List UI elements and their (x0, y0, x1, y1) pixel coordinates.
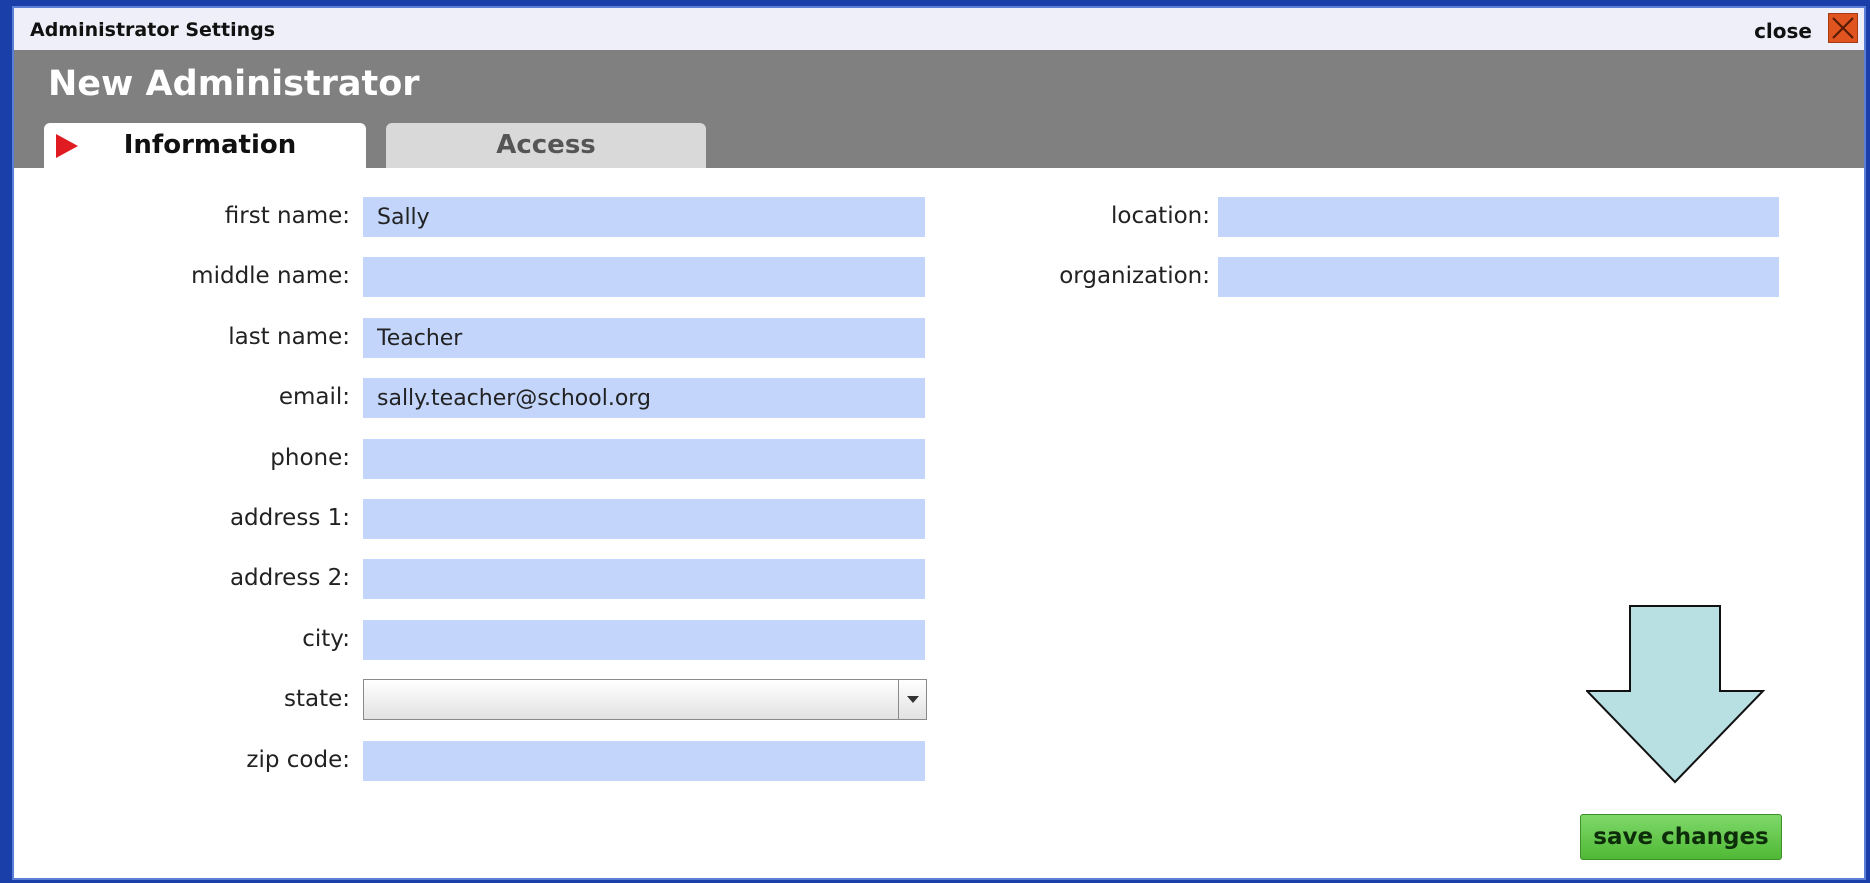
admin-settings-window: Administrator Settings close New Adminis… (12, 6, 1866, 880)
header: New Administrator Information Access (14, 50, 1864, 168)
first-name-input[interactable] (363, 197, 925, 237)
down-arrow-icon (1586, 605, 1766, 784)
play-arrow-icon (56, 134, 78, 158)
location-label: location: (1110, 203, 1210, 229)
zip-code-label: zip code: (246, 747, 350, 773)
save-changes-button[interactable]: save changes (1580, 814, 1782, 860)
window-title: Administrator Settings (30, 19, 276, 41)
tab-access[interactable]: Access (386, 123, 706, 168)
tab-information[interactable]: Information (44, 123, 366, 168)
location-input[interactable] (1218, 197, 1779, 237)
address2-label: address 2: (229, 565, 350, 591)
email-label: email: (278, 384, 350, 410)
address1-label: address 1: (229, 505, 350, 531)
city-input[interactable] (363, 620, 925, 660)
chevron-down-icon (907, 696, 919, 703)
last-name-label: last name: (228, 324, 350, 350)
state-dropdown-button[interactable] (898, 680, 926, 719)
tab-access-label: Access (496, 130, 596, 160)
state-select[interactable] (363, 679, 927, 720)
address2-input[interactable] (363, 559, 925, 599)
email-input[interactable] (363, 378, 925, 418)
state-label: state: (283, 686, 350, 712)
middle-name-label: middle name: (191, 263, 350, 289)
close-icon[interactable] (1828, 13, 1858, 43)
city-label: city: (302, 626, 350, 652)
page-title: New Administrator (48, 64, 420, 104)
zip-code-input[interactable] (363, 741, 925, 781)
last-name-input[interactable] (363, 318, 925, 358)
title-bar: Administrator Settings close (14, 8, 1864, 50)
first-name-label: first name: (224, 203, 350, 229)
middle-name-input[interactable] (363, 257, 925, 297)
close-label[interactable]: close (1754, 19, 1812, 43)
phone-label: phone: (270, 445, 350, 471)
tab-information-label: Information (123, 130, 297, 160)
organization-label: organization: (1059, 263, 1210, 289)
phone-input[interactable] (363, 439, 925, 479)
organization-input[interactable] (1218, 257, 1779, 297)
address1-input[interactable] (363, 499, 925, 539)
